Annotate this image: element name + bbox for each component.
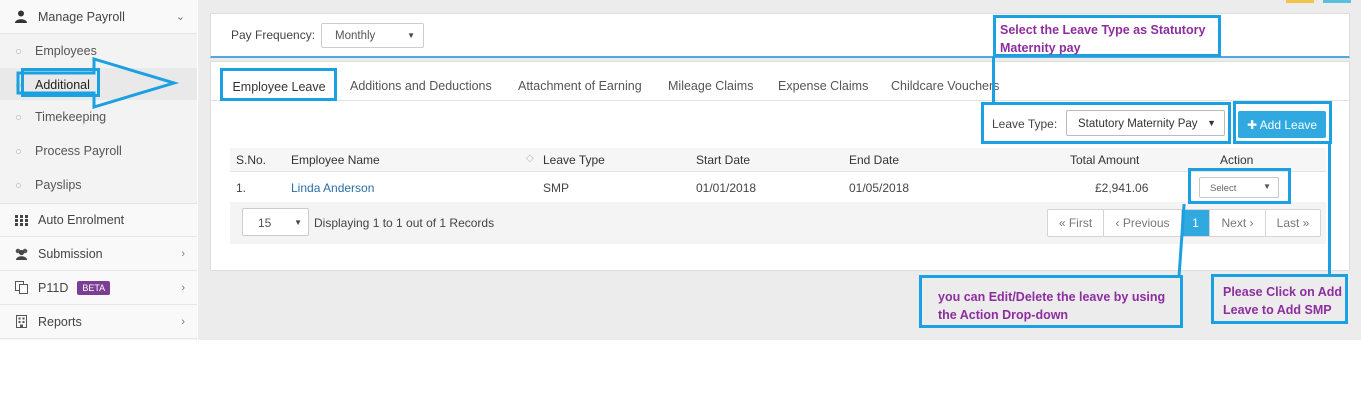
annotation-add-leave-note: Please Click on Add Leave to Add SMP bbox=[1223, 285, 1343, 317]
tab-attachment-of-earning[interactable]: Attachment of Earning bbox=[518, 79, 642, 93]
annotation-leave-type-note: Select the Leave Type as Statutory Mater… bbox=[1000, 23, 1206, 55]
grid-icon bbox=[13, 213, 29, 227]
column-header-employee-name[interactable]: Employee Name bbox=[291, 153, 380, 167]
column-header-leave-type[interactable]: Leave Type bbox=[543, 153, 605, 167]
cell-total-amount: £2,941.06 bbox=[1095, 181, 1149, 195]
nav-p11d-label: P11D bbox=[38, 280, 69, 295]
nav-submission[interactable]: Submission › bbox=[0, 237, 197, 271]
nav-manage-payroll-label: Manage Payroll bbox=[38, 9, 125, 24]
top-accent-bar bbox=[1323, 0, 1351, 3]
page-size-value: 15 bbox=[258, 216, 272, 230]
annotation-highlight-add-leave bbox=[1233, 101, 1332, 144]
annotation-highlight-additional bbox=[21, 68, 100, 97]
bullet-icon bbox=[16, 48, 21, 54]
user-icon bbox=[13, 10, 29, 24]
sort-icon[interactable]: ◇ bbox=[526, 153, 534, 164]
pager-next[interactable]: Next › bbox=[1210, 210, 1266, 236]
annotation-highlight-leave-type bbox=[981, 102, 1231, 144]
caret-down-icon: ▼ bbox=[294, 218, 302, 227]
table-header bbox=[230, 148, 1326, 172]
annotation-connector bbox=[1328, 144, 1331, 276]
chevron-down-icon: ⌄ bbox=[175, 11, 185, 23]
sidebar: Manage Payroll ⌄ Employees Additional Ti… bbox=[0, 0, 197, 340]
pager-page-1[interactable]: 1 bbox=[1182, 210, 1210, 236]
annotation-highlight-tab bbox=[220, 68, 337, 101]
copy-icon bbox=[13, 281, 29, 295]
chevron-right-icon: › bbox=[181, 247, 185, 260]
pager-previous[interactable]: ‹ Previous bbox=[1104, 210, 1182, 236]
column-header-sno[interactable]: S.No. bbox=[236, 153, 266, 167]
page-size-select[interactable]: 15 ▼ bbox=[242, 208, 309, 236]
pager-last[interactable]: Last » bbox=[1266, 210, 1320, 236]
sidebar-item-payslips[interactable]: Payslips bbox=[0, 168, 197, 202]
cell-sno: 1. bbox=[236, 181, 247, 195]
sidebar-item-process-payroll[interactable]: Process Payroll bbox=[0, 134, 197, 168]
employee-name-link[interactable]: Linda Anderson bbox=[291, 181, 374, 195]
nav-auto-enrolment-label: Auto Enrolment bbox=[38, 213, 125, 227]
tab-additions-deductions[interactable]: Additions and Deductions bbox=[350, 79, 492, 93]
pay-frequency-label: Pay Frequency: bbox=[231, 28, 316, 42]
chevron-right-icon: › bbox=[181, 281, 185, 294]
annotation-highlight-action bbox=[1188, 168, 1291, 204]
bullet-icon bbox=[16, 182, 21, 188]
nav-reports[interactable]: Reports › bbox=[0, 305, 197, 339]
records-summary: Displaying 1 to 1 out of 1 Records bbox=[314, 216, 495, 230]
pager-first[interactable]: « First bbox=[1048, 210, 1104, 236]
beta-badge: BETA bbox=[77, 280, 111, 295]
top-accent-bar bbox=[1286, 0, 1314, 3]
pay-frequency-value: Monthly bbox=[335, 30, 376, 42]
column-header-action: Action bbox=[1220, 153, 1254, 167]
bullet-icon bbox=[16, 148, 21, 154]
tab-expense-claims[interactable]: Expense Claims bbox=[778, 79, 868, 93]
nav-manage-payroll[interactable]: Manage Payroll ⌄ bbox=[0, 0, 197, 34]
tab-childcare-vouchers[interactable]: Childcare Vouchers bbox=[891, 79, 999, 93]
users-icon bbox=[13, 247, 29, 261]
sidebar-item-label: Process Payroll bbox=[35, 144, 122, 158]
caret-down-icon: ▼ bbox=[407, 31, 415, 40]
nav-auto-enrolment[interactable]: Auto Enrolment bbox=[0, 203, 197, 237]
cell-start-date: 01/01/2018 bbox=[696, 181, 757, 195]
chevron-right-icon: › bbox=[181, 315, 185, 328]
annotation-connector bbox=[992, 57, 995, 103]
column-header-start-date[interactable]: Start Date bbox=[696, 153, 750, 167]
tabs-divider bbox=[211, 100, 1349, 101]
cell-leave-type: SMP bbox=[543, 181, 570, 195]
cell-end-date: 01/05/2018 bbox=[849, 181, 910, 195]
nav-reports-label: Reports bbox=[38, 314, 82, 329]
bullet-icon bbox=[16, 114, 21, 120]
sidebar-item-label: Payslips bbox=[35, 178, 82, 192]
tab-mileage-claims[interactable]: Mileage Claims bbox=[668, 79, 753, 93]
pay-frequency-select[interactable]: Monthly ▼ bbox=[321, 23, 424, 48]
nav-p11d[interactable]: P11D BETA › bbox=[0, 271, 197, 305]
building-icon bbox=[13, 315, 29, 329]
nav-submission-label: Submission bbox=[38, 246, 103, 261]
annotation-action-note: you can Edit/Delete the leave by using t… bbox=[938, 290, 1166, 322]
column-header-end-date[interactable]: End Date bbox=[849, 153, 899, 167]
column-header-total-amount[interactable]: Total Amount bbox=[1070, 153, 1139, 167]
